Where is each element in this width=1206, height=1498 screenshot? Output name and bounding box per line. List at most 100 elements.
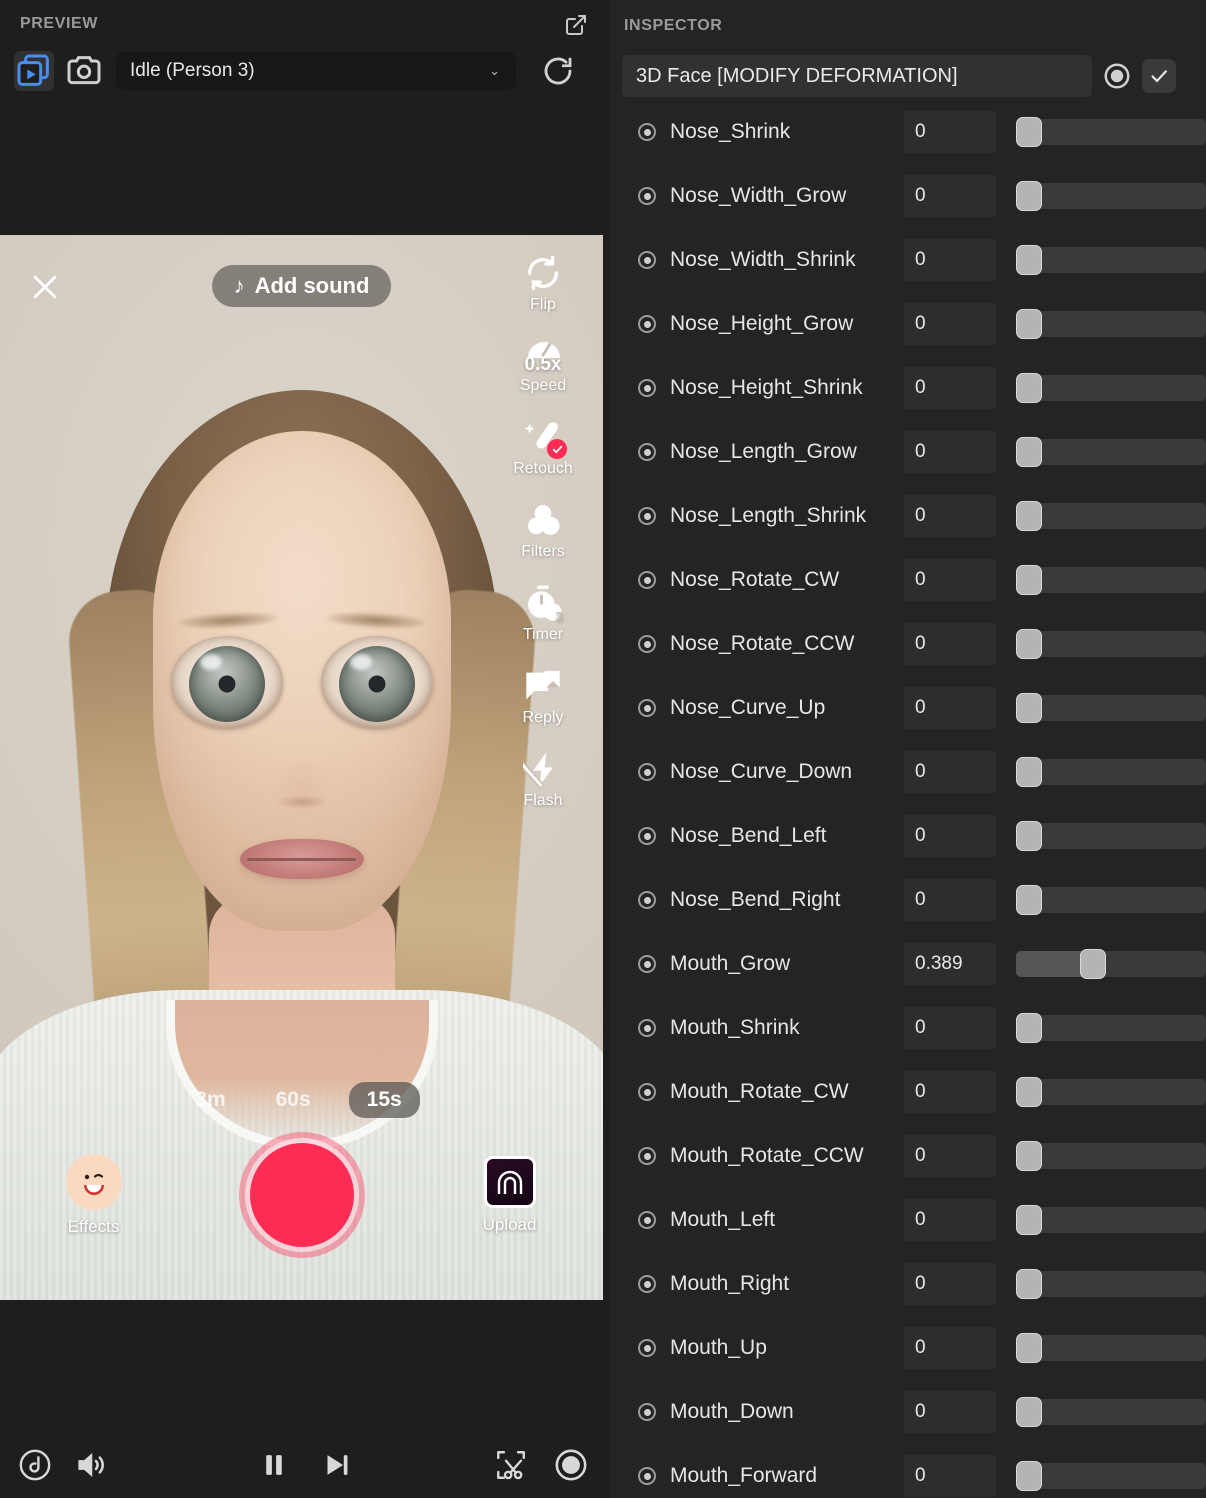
parameter-record-icon[interactable] [638,507,656,525]
parameter-slider[interactable] [1016,757,1206,787]
parameter-row[interactable]: Mouth_Grow 0.389 [610,932,1206,996]
parameter-slider[interactable] [1016,1397,1206,1427]
parameter-record-icon[interactable] [638,1403,656,1421]
parameter-value-field[interactable]: 0 [904,431,996,473]
parameter-value-field[interactable]: 0 [904,239,996,281]
effects-button[interactable]: Effects [49,1153,139,1237]
parameter-slider[interactable] [1016,501,1206,531]
parameter-value-field[interactable]: 0 [904,751,996,793]
parameter-row[interactable]: Mouth_Rotate_CW 0 [610,1060,1206,1124]
parameter-slider[interactable] [1016,437,1206,467]
parameter-value-field[interactable]: 0 [904,111,996,153]
parameter-value-field[interactable]: 0 [904,175,996,217]
record-shutter-button[interactable] [238,1132,365,1258]
next-frame-icon[interactable] [319,1448,353,1482]
timer-button[interactable]: 3 Timer [500,583,586,644]
parameter-list[interactable]: Nose_Shrink 0 Nose_Width_Grow 0 Nose_Width_S… [610,100,1206,1498]
refresh-icon[interactable] [540,53,576,89]
slider-knob[interactable] [1016,501,1042,531]
parameter-record-icon[interactable] [638,699,656,717]
add-sound-button[interactable]: ♪ Add sound [211,265,392,307]
parameter-record-icon[interactable] [638,1467,656,1485]
external-link-icon[interactable] [564,13,588,37]
slider-knob[interactable] [1016,437,1042,467]
parameter-row[interactable]: Nose_Rotate_CW 0 [610,548,1206,612]
parameter-slider[interactable] [1016,565,1206,595]
parameter-record-icon[interactable] [638,827,656,845]
slider-knob[interactable] [1016,245,1042,275]
parameter-record-icon[interactable] [638,1275,656,1293]
parameter-value-field[interactable]: 0 [904,879,996,921]
parameter-slider[interactable] [1016,629,1206,659]
parameter-record-icon[interactable] [638,1019,656,1037]
parameter-value-field[interactable]: 0 [904,495,996,537]
parameter-value-field[interactable]: 0 [904,1327,996,1369]
parameter-slider[interactable] [1016,1269,1206,1299]
parameter-slider[interactable] [1016,1205,1206,1235]
parameter-row[interactable]: Mouth_Left 0 [610,1188,1206,1252]
parameter-slider[interactable] [1016,1013,1206,1043]
parameter-value-field[interactable]: 0 [904,1199,996,1241]
parameter-slider[interactable] [1016,1333,1206,1363]
parameter-slider[interactable] [1016,1077,1206,1107]
slider-knob[interactable] [1016,1013,1042,1043]
parameter-value-field[interactable]: 0 [904,559,996,601]
slider-knob[interactable] [1016,821,1042,851]
parameter-row[interactable]: Mouth_Up 0 [610,1316,1206,1380]
parameter-slider[interactable] [1016,821,1206,851]
duration-option-3m[interactable]: 3m [183,1082,237,1118]
tiktok-note-icon[interactable] [18,1448,52,1482]
parameter-value-field[interactable]: 0 [904,623,996,665]
parameter-record-icon[interactable] [638,379,656,397]
slider-knob[interactable] [1016,1077,1042,1107]
parameter-record-icon[interactable] [638,571,656,589]
parameter-slider[interactable] [1016,181,1206,211]
slider-knob[interactable] [1016,1141,1042,1171]
capture-viewport[interactable]: ♪ Add sound Flip 0.5x Speed Retouch Filt… [0,235,603,1300]
parameter-record-icon[interactable] [638,763,656,781]
parameter-value-field[interactable]: 0 [904,1135,996,1177]
parameter-value-field[interactable]: 0.389 [904,943,996,985]
parameter-value-field[interactable]: 0 [904,815,996,857]
video-clip-icon[interactable] [14,51,54,91]
speed-button[interactable]: 0.5x Speed [500,336,586,395]
parameter-record-icon[interactable] [638,251,656,269]
crop-scissors-icon[interactable] [494,1448,528,1482]
slider-knob[interactable] [1016,181,1042,211]
close-icon[interactable] [28,270,62,304]
parameter-slider[interactable] [1016,1461,1206,1491]
parameter-row[interactable]: Nose_Bend_Left 0 [610,804,1206,868]
parameter-row[interactable]: Nose_Shrink 0 [610,100,1206,164]
parameter-row[interactable]: Nose_Rotate_CCW 0 [610,612,1206,676]
parameter-row[interactable]: Mouth_Down 0 [610,1380,1206,1444]
parameter-slider[interactable] [1016,885,1206,915]
node-name-field[interactable]: 3D Face [MODIFY DEFORMATION] [622,55,1092,97]
parameter-record-icon[interactable] [638,1211,656,1229]
slider-knob[interactable] [1016,885,1042,915]
parameter-row[interactable]: Nose_Bend_Right 0 [610,868,1206,932]
slider-knob[interactable] [1016,117,1042,147]
slider-knob[interactable] [1016,373,1042,403]
parameter-value-field[interactable]: 0 [904,367,996,409]
parameter-record-icon[interactable] [638,955,656,973]
parameter-row[interactable]: Nose_Length_Grow 0 [610,420,1206,484]
parameter-value-field[interactable]: 0 [904,1071,996,1113]
parameter-slider[interactable] [1016,1141,1206,1171]
slider-knob[interactable] [1016,757,1042,787]
flash-button[interactable]: Flash [500,749,586,810]
parameter-slider[interactable] [1016,949,1206,979]
retouch-button[interactable]: Retouch [500,417,586,478]
slider-knob[interactable] [1016,565,1042,595]
parameter-value-field[interactable]: 0 [904,1391,996,1433]
filters-button[interactable]: Filters [500,500,586,561]
reply-button[interactable]: Reply [500,666,586,727]
slider-knob[interactable] [1016,1205,1042,1235]
parameter-row[interactable]: Mouth_Right 0 [610,1252,1206,1316]
parameter-value-field[interactable]: 0 [904,1263,996,1305]
parameter-slider[interactable] [1016,693,1206,723]
parameter-record-icon[interactable] [638,1339,656,1357]
checkmark-icon[interactable] [1142,59,1176,93]
flip-camera-button[interactable]: Flip [500,253,586,314]
camera-icon[interactable] [64,51,104,91]
slider-knob[interactable] [1016,1461,1042,1491]
